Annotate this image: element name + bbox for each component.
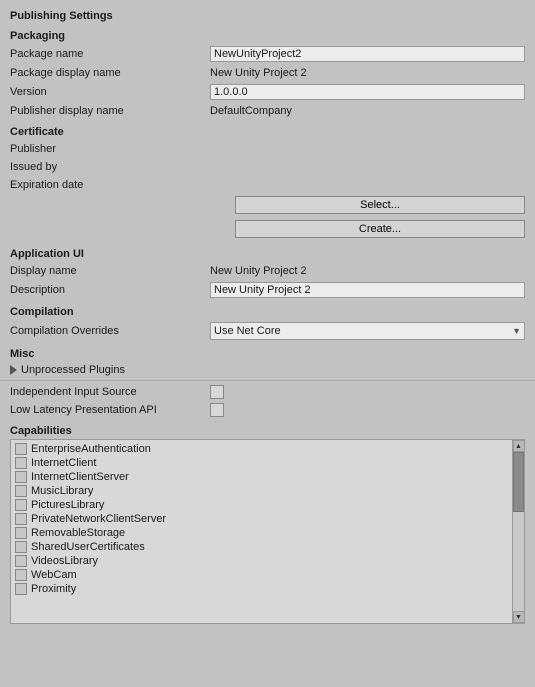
capabilities-section-title: Capabilities xyxy=(0,419,535,439)
capability-checkbox[interactable] xyxy=(15,513,27,525)
package-name-label: Package name xyxy=(10,48,210,60)
capability-checkbox[interactable] xyxy=(15,457,27,469)
application-ui-section-title: Application UI xyxy=(0,242,535,262)
publisher-display-name-row: Publisher display name DefaultCompany xyxy=(0,102,535,120)
capability-checkbox[interactable] xyxy=(15,527,27,539)
display-name-row: Display name New Unity Project 2 xyxy=(0,262,535,280)
issued-by-label: Issued by xyxy=(10,161,210,173)
publishing-settings-panel: Publishing Settings Packaging Package na… xyxy=(0,0,535,628)
list-item: VideosLibrary xyxy=(15,554,508,568)
capabilities-list: EnterpriseAuthenticationInternetClientIn… xyxy=(11,440,512,623)
package-display-name-value: New Unity Project 2 xyxy=(210,67,307,79)
package-display-name-label: Package display name xyxy=(10,67,210,79)
list-item: InternetClient xyxy=(15,456,508,470)
create-button-row: Create... xyxy=(0,218,535,242)
expiration-date-label: Expiration date xyxy=(10,179,210,191)
publisher-label: Publisher xyxy=(10,143,210,155)
description-label: Description xyxy=(10,284,210,296)
list-item: SharedUserCertificates xyxy=(15,540,508,554)
display-name-label: Display name xyxy=(10,265,210,277)
triangle-icon xyxy=(10,365,17,375)
capability-checkbox[interactable] xyxy=(15,485,27,497)
list-item: PrivateNetworkClientServer xyxy=(15,512,508,526)
publisher-display-name-value: DefaultCompany xyxy=(210,105,292,117)
capability-checkbox[interactable] xyxy=(15,471,27,483)
list-item: WebCam xyxy=(15,568,508,582)
compilation-overrides-label: Compilation Overrides xyxy=(10,325,210,337)
compilation-section-title: Compilation xyxy=(0,300,535,320)
description-row: Description New Unity Project 2 xyxy=(0,280,535,300)
list-item: InternetClientServer xyxy=(15,470,508,484)
create-button[interactable]: Create... xyxy=(235,220,525,238)
list-item: PicturesLibrary xyxy=(15,498,508,512)
publisher-display-name-label: Publisher display name xyxy=(10,105,210,117)
capability-checkbox[interactable] xyxy=(15,569,27,581)
select-button[interactable]: Select... xyxy=(235,196,525,214)
capability-checkbox[interactable] xyxy=(15,583,27,595)
display-name-value: New Unity Project 2 xyxy=(210,265,307,277)
unprocessed-plugins-row: Unprocessed Plugins xyxy=(0,362,535,378)
scrollbar-thumb[interactable] xyxy=(513,452,524,512)
publisher-row: Publisher xyxy=(0,140,535,158)
independent-input-checkbox[interactable] xyxy=(210,385,224,399)
low-latency-label: Low Latency Presentation API xyxy=(10,404,210,416)
low-latency-checkbox[interactable] xyxy=(210,403,224,417)
expiration-date-row: Expiration date xyxy=(0,176,535,194)
capability-checkbox[interactable] xyxy=(15,499,27,511)
list-item: RemovableStorage xyxy=(15,526,508,540)
select-button-row: Select... xyxy=(0,194,535,218)
compilation-overrides-select[interactable]: Use Net Core ▼ xyxy=(210,322,525,340)
version-input[interactable]: 1.0.0.0 xyxy=(210,84,525,100)
list-item: MusicLibrary xyxy=(15,484,508,498)
capability-checkbox[interactable] xyxy=(15,555,27,567)
version-label: Version xyxy=(10,86,210,98)
capability-checkbox[interactable] xyxy=(15,443,27,455)
scrollbar: ▲ ▼ xyxy=(512,440,524,623)
independent-input-label: Independent Input Source xyxy=(10,386,210,398)
low-latency-row: Low Latency Presentation API xyxy=(0,401,535,419)
certificate-section-title: Certificate xyxy=(0,120,535,140)
capability-checkbox[interactable] xyxy=(15,541,27,553)
misc-section-title: Misc xyxy=(0,342,535,362)
list-item: EnterpriseAuthentication xyxy=(15,442,508,456)
compilation-overrides-row: Compilation Overrides Use Net Core ▼ xyxy=(0,320,535,342)
unprocessed-plugins-label: Unprocessed Plugins xyxy=(21,364,125,376)
scroll-up-arrow[interactable]: ▲ xyxy=(513,440,525,452)
scroll-down-arrow[interactable]: ▼ xyxy=(513,611,525,623)
package-display-name-row: Package display name New Unity Project 2 xyxy=(0,64,535,82)
scrollbar-track[interactable] xyxy=(513,452,524,611)
chevron-down-icon: ▼ xyxy=(512,326,521,336)
divider-1 xyxy=(0,380,535,381)
panel-title: Publishing Settings xyxy=(0,4,535,24)
issued-by-row: Issued by xyxy=(0,158,535,176)
packaging-section-title: Packaging xyxy=(0,24,535,44)
version-row: Version 1.0.0.0 xyxy=(0,82,535,102)
description-input[interactable]: New Unity Project 2 xyxy=(210,282,525,298)
independent-input-row: Independent Input Source xyxy=(0,383,535,401)
package-name-input[interactable]: NewUnityProject2 xyxy=(210,46,525,62)
list-item: Proximity xyxy=(15,582,508,596)
package-name-row: Package name NewUnityProject2 xyxy=(0,44,535,64)
compilation-overrides-value: Use Net Core xyxy=(214,325,281,337)
capabilities-container: EnterpriseAuthenticationInternetClientIn… xyxy=(10,439,525,624)
